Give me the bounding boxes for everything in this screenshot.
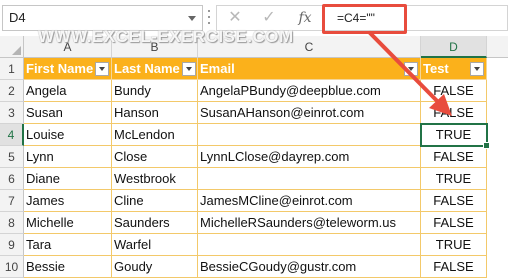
cell-last-name[interactable]: Goudy: [112, 256, 198, 278]
row-header[interactable]: 6: [0, 168, 24, 190]
row-header[interactable]: 7: [0, 190, 24, 212]
filter-dropdown-icon[interactable]: [95, 62, 109, 76]
cell-email[interactable]: JamesMCline@einrot.com: [198, 190, 421, 212]
active-cell-indicator[interactable]: [420, 123, 490, 149]
header-cell-test[interactable]: Test: [421, 58, 487, 80]
cell-first-name[interactable]: Diane: [24, 168, 112, 190]
cell-last-name[interactable]: Saunders: [112, 212, 198, 234]
cell-test[interactable]: FALSE: [421, 212, 487, 234]
cell-last-name[interactable]: McLendon: [112, 124, 198, 146]
column-header-e[interactable]: [487, 36, 508, 58]
header-cell-last-name[interactable]: Last Name: [112, 58, 198, 80]
cell-first-name[interactable]: Tara: [24, 234, 112, 256]
cell-first-name[interactable]: Michelle: [24, 212, 112, 234]
cell-test[interactable]: FALSE: [421, 256, 487, 278]
header-cell-email[interactable]: Email: [198, 58, 421, 80]
cell-first-name[interactable]: Susan: [24, 102, 112, 124]
cell-first-name[interactable]: Lynn: [24, 146, 112, 168]
fill-handle[interactable]: [483, 142, 490, 149]
cell-test[interactable]: TRUE: [421, 168, 487, 190]
cell-test[interactable]: FALSE: [421, 102, 487, 124]
cell-email[interactable]: SusanAHanson@einrot.com: [198, 102, 421, 124]
cell-first-name[interactable]: James: [24, 190, 112, 212]
cell-email[interactable]: [198, 168, 421, 190]
cell-email[interactable]: BessieCGoudy@gustr.com: [198, 256, 421, 278]
row-header[interactable]: 3: [0, 102, 24, 124]
cell-first-name[interactable]: Louise: [24, 124, 112, 146]
header-label: Email: [200, 61, 235, 76]
drag-handle-icon[interactable]: [207, 6, 211, 28]
watermark: WWW.EXCEL-EXERCISE.COM: [38, 27, 294, 46]
chevron-down-icon[interactable]: [188, 16, 196, 21]
cell-test[interactable]: FALSE: [421, 146, 487, 168]
cell-first-name[interactable]: Angela: [24, 80, 112, 102]
filter-dropdown-icon[interactable]: [404, 62, 418, 76]
cell-test[interactable]: FALSE: [421, 80, 487, 102]
header-label: Last Name: [114, 61, 180, 76]
name-box-value: D4: [9, 10, 26, 25]
cell-test[interactable]: TRUE: [421, 234, 487, 256]
cell-email[interactable]: MichelleRSaunders@teleworm.us: [198, 212, 421, 234]
cell-email[interactable]: [198, 234, 421, 256]
select-all-button[interactable]: [0, 36, 24, 58]
row-header[interactable]: 8: [0, 212, 24, 234]
cell-last-name[interactable]: Hanson: [112, 102, 198, 124]
cell-email[interactable]: AngelaPBundy@deepblue.com: [198, 80, 421, 102]
filter-dropdown-icon[interactable]: [182, 62, 196, 76]
row-header[interactable]: 1: [0, 58, 24, 80]
row-header[interactable]: 9: [0, 234, 24, 256]
cell-last-name[interactable]: Westbrook: [112, 168, 198, 190]
cell-last-name[interactable]: Close: [112, 146, 198, 168]
column-header-d[interactable]: D: [421, 36, 487, 58]
cell-email[interactable]: LynnLClose@dayrep.com: [198, 146, 421, 168]
header-label: Test: [423, 61, 449, 76]
formula-highlight-box: [322, 4, 407, 34]
cell-last-name[interactable]: Bundy: [112, 80, 198, 102]
filter-dropdown-icon[interactable]: [470, 62, 484, 76]
cell-last-name[interactable]: Warfel: [112, 234, 198, 256]
row-header[interactable]: 4: [0, 124, 24, 146]
cell-test[interactable]: FALSE: [421, 190, 487, 212]
row-header[interactable]: 10: [0, 256, 24, 278]
row-header[interactable]: 2: [0, 80, 24, 102]
cell-last-name[interactable]: Cline: [112, 190, 198, 212]
row-header[interactable]: 5: [0, 146, 24, 168]
header-cell-first-name[interactable]: First Name: [24, 58, 112, 80]
cell-email[interactable]: [198, 124, 421, 146]
header-label: First Name: [26, 61, 94, 76]
cell-first-name[interactable]: Bessie: [24, 256, 112, 278]
insert-function-icon[interactable]: fx: [293, 6, 317, 30]
